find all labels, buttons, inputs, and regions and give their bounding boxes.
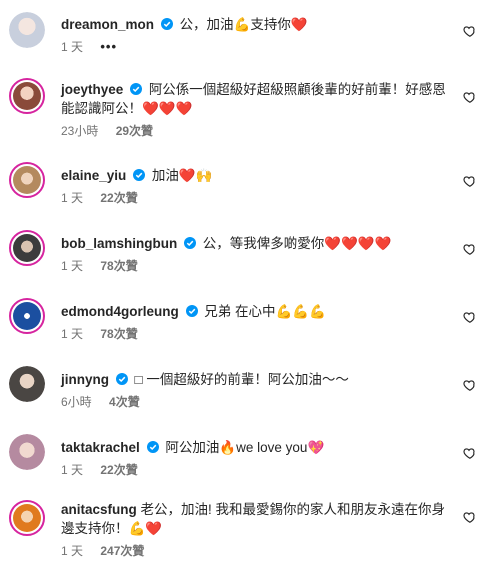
avatar[interactable]	[9, 78, 45, 114]
verified-badge-icon	[133, 169, 146, 181]
comment-like-count[interactable]: 247次贊	[100, 544, 144, 558]
comment-time[interactable]: 6小時	[61, 395, 92, 409]
comment-time[interactable]: 1 天	[61, 463, 83, 477]
comment-text: 阿公加油🔥we love you💖	[165, 440, 325, 455]
comment-like-count[interactable]: 78次贊	[100, 259, 137, 273]
heart-outline-icon[interactable]	[462, 174, 476, 188]
comment-time[interactable]: 23小時	[61, 124, 98, 138]
heart-outline-icon[interactable]	[462, 310, 476, 324]
heart-outline-icon[interactable]	[462, 242, 476, 256]
heart-outline-icon[interactable]	[462, 378, 476, 392]
comment-text: □ 一個超級好的前輩！阿公加油～～	[134, 372, 349, 387]
verified-badge-icon	[184, 237, 197, 249]
comment-time[interactable]: 1 天	[61, 544, 83, 558]
comment-text: 公，加油💪支持你❤️	[179, 17, 308, 32]
heart-outline-icon[interactable]	[462, 510, 476, 524]
comment-username[interactable]: elaine_yiu	[61, 168, 126, 183]
verified-badge-icon	[115, 373, 128, 385]
heart-outline-icon[interactable]	[462, 90, 476, 104]
comment-text: 公，等我俾多啲愛你❤️❤️❤️❤️	[202, 236, 392, 251]
avatar[interactable]	[9, 434, 45, 470]
comment-time[interactable]: 1 天	[61, 259, 83, 273]
comment-time[interactable]: 1 天	[61, 327, 83, 341]
verified-badge-icon	[146, 441, 159, 453]
heart-outline-icon[interactable]	[462, 446, 476, 460]
comment-username[interactable]: dreamon_mon	[61, 17, 154, 32]
verified-badge-icon	[185, 305, 198, 317]
avatar[interactable]	[9, 230, 45, 266]
avatar[interactable]	[9, 500, 45, 536]
comment-username[interactable]: edmond4gorleung	[61, 304, 179, 319]
comment-like-count[interactable]: 22次贊	[100, 463, 137, 477]
comment-username[interactable]: anitacsfung	[61, 502, 137, 517]
comment-time[interactable]: 1 天	[61, 40, 83, 54]
comment-text: 兄弟 在心中💪💪💪	[204, 304, 326, 319]
comment-like-count[interactable]: 22次贊	[100, 191, 137, 205]
comment-like-count[interactable]: 29次贊	[116, 124, 153, 138]
comment-text: 加油❤️🙌	[151, 168, 213, 183]
comment-username[interactable]: taktakrachel	[61, 440, 140, 455]
heart-outline-icon[interactable]	[462, 24, 476, 38]
comment-username[interactable]: bob_lamshingbun	[61, 236, 177, 251]
more-options-button[interactable]: •••	[100, 39, 117, 54]
avatar[interactable]	[9, 366, 45, 402]
avatar[interactable]	[9, 298, 45, 334]
comment-like-count[interactable]: 78次贊	[100, 327, 137, 341]
verified-badge-icon	[130, 83, 143, 95]
avatar[interactable]	[9, 12, 45, 48]
comment-list: dreamon_mon 公，加油💪支持你❤️ 1 天 ••• joeythyee…	[0, 0, 484, 576]
avatar[interactable]	[9, 162, 45, 198]
comment-username[interactable]: joeythyee	[61, 82, 123, 97]
comment-time[interactable]: 1 天	[61, 191, 83, 205]
verified-badge-icon	[160, 18, 173, 30]
comment-like-count[interactable]: 4次贊	[109, 395, 140, 409]
comment-username[interactable]: jinnyng	[61, 372, 109, 387]
